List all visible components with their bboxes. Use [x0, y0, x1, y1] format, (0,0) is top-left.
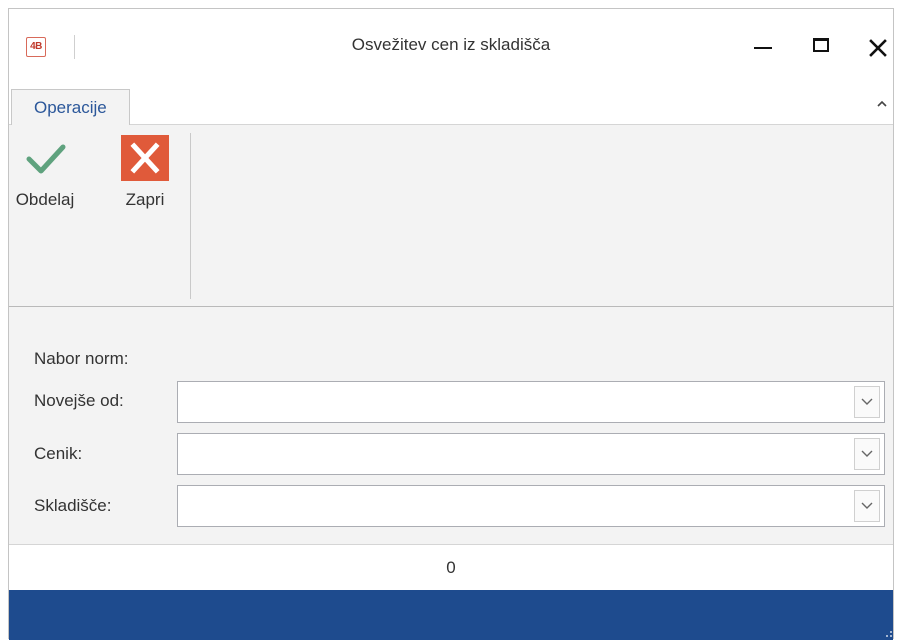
close-icon — [869, 39, 887, 57]
filter-form: Nabor norm: Novejše od: Cenik: Skladišče… — [9, 307, 893, 543]
ribbon-panel: Obdelaj Zapri — [9, 125, 893, 307]
field-label-cenik: Cenik: — [34, 444, 83, 463]
close-button-label: Zapri — [125, 190, 165, 209]
novejse-od-combobox[interactable] — [177, 381, 885, 423]
close-window-button[interactable] — [856, 27, 900, 67]
ribbon-group-separator — [190, 133, 191, 299]
close-button[interactable]: Zapri — [115, 135, 175, 210]
dialog-window: 4B Osvežitev cen iz skladišča Operacije — [8, 8, 894, 640]
cenik-combobox[interactable] — [177, 433, 885, 475]
chevron-up-icon — [877, 100, 887, 107]
ribbon-tab-row: Operacije — [9, 81, 893, 126]
field-label-novejse-od: Novejše od: — [34, 391, 124, 410]
skladisce-dropdown-button[interactable] — [854, 490, 880, 522]
maximize-button[interactable] — [802, 27, 846, 67]
minimize-button[interactable] — [742, 27, 786, 67]
status-bar: 0 — [9, 544, 893, 590]
checkmark-icon — [26, 144, 66, 174]
chevron-down-icon — [861, 450, 873, 457]
section-label-nabor-norm: Nabor norm: — [34, 349, 129, 368]
title-bar: 4B Osvežitev cen iz skladišča — [9, 9, 893, 81]
cenik-dropdown-button[interactable] — [854, 438, 880, 470]
skladisce-combobox[interactable] — [177, 485, 885, 527]
process-button[interactable]: Obdelaj — [15, 135, 75, 210]
collapse-ribbon-button[interactable] — [875, 97, 889, 111]
x-icon — [130, 142, 160, 174]
process-button-label: Obdelaj — [15, 190, 75, 209]
tab-operacije[interactable]: Operacije — [11, 89, 130, 126]
bottom-accent-bar — [9, 590, 893, 640]
field-label-skladisce: Skladišče: — [34, 496, 112, 515]
novejse-od-dropdown-button[interactable] — [854, 386, 880, 418]
chevron-down-icon — [861, 502, 873, 509]
record-count: 0 — [446, 558, 456, 577]
chevron-down-icon — [861, 398, 873, 405]
